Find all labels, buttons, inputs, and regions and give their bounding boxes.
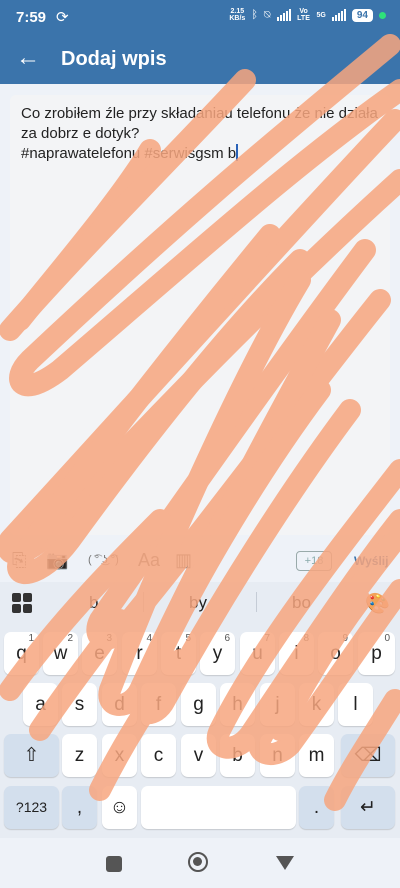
- key-r[interactable]: r4: [122, 632, 157, 675]
- palette-icon[interactable]: 🎨: [365, 591, 390, 616]
- data-speed: 2.15 KB/s: [229, 8, 246, 22]
- app-bar: ← Dodaj wpis: [0, 34, 400, 84]
- poll-icon[interactable]: ▥: [175, 550, 192, 571]
- key-v[interactable]: v: [181, 734, 216, 777]
- key-t[interactable]: t5: [161, 632, 196, 675]
- bluetooth-icon: ᛒ: [251, 9, 258, 21]
- home-icon[interactable]: [188, 852, 208, 872]
- key-a[interactable]: a: [23, 683, 58, 726]
- comma-key[interactable]: ,: [62, 786, 97, 829]
- page-title: Dodaj wpis: [61, 48, 167, 70]
- network-label-volte: Vo LTE: [297, 8, 310, 22]
- shift-key[interactable]: ⇧: [4, 734, 59, 777]
- enter-key[interactable]: ↵: [341, 786, 395, 829]
- key-n[interactable]: n: [260, 734, 295, 777]
- status-bar: 7:59 ⟳ 2.15 KB/s ᛒ ⍉ Vo LTE 5G 94: [0, 0, 400, 34]
- back-button[interactable]: ←: [16, 44, 40, 72]
- suggestion-1[interactable]: b: [89, 593, 98, 613]
- suggestion-2[interactable]: by: [189, 593, 207, 613]
- alarm-off-icon: ⍉: [263, 8, 271, 21]
- recents-icon[interactable]: [106, 856, 122, 872]
- post-text-input[interactable]: Co zrobiłem źle przy składaniau telefonu…: [21, 104, 380, 164]
- key-q[interactable]: q1: [4, 632, 39, 675]
- signal-icon-2: [331, 9, 346, 21]
- backspace-key[interactable]: ⌫: [341, 734, 395, 777]
- key-w[interactable]: w2: [43, 632, 78, 675]
- suggestion-bar: b by bo 🎨: [0, 582, 400, 624]
- key-k[interactable]: k: [299, 683, 334, 726]
- key-g[interactable]: g: [181, 683, 216, 726]
- network-label-5g: 5G: [316, 11, 326, 19]
- sync-icon: ⟳: [56, 9, 69, 26]
- key-j[interactable]: j: [260, 683, 295, 726]
- system-nav-bar: [0, 838, 400, 888]
- camera-icon[interactable]: 📷: [46, 550, 68, 571]
- key-m[interactable]: m: [299, 734, 334, 777]
- key-y[interactable]: y6: [200, 632, 235, 675]
- key-b[interactable]: b: [220, 734, 255, 777]
- privacy-dot-icon: [379, 11, 386, 19]
- key-e[interactable]: e3: [82, 632, 117, 675]
- key-x[interactable]: x: [102, 734, 137, 777]
- key-c[interactable]: c: [141, 734, 176, 777]
- key-d[interactable]: d: [102, 683, 137, 726]
- send-button[interactable]: Wyślij: [354, 554, 388, 568]
- key-h[interactable]: h: [220, 683, 255, 726]
- space-key[interactable]: [141, 786, 296, 829]
- text-format-icon[interactable]: Aa: [138, 550, 160, 571]
- signal-icon: [276, 9, 291, 21]
- suggestion-divider: [143, 592, 144, 612]
- suggestion-3[interactable]: bo: [292, 593, 311, 613]
- key-f[interactable]: f: [141, 683, 176, 726]
- editor-toolbar: ⎘ 📷 ( ͡° ͜ʖ ͡°) Aa ▥ +18 Wyślij: [0, 546, 400, 580]
- emoji-key[interactable]: ☺: [102, 786, 137, 829]
- key-s[interactable]: s: [62, 683, 97, 726]
- key-l[interactable]: l: [338, 683, 373, 726]
- battery-indicator: 94: [351, 8, 373, 22]
- status-time: 7:59: [16, 9, 47, 26]
- key-o[interactable]: o9: [318, 632, 353, 675]
- key-u[interactable]: u7: [240, 632, 275, 675]
- lenny-face-icon[interactable]: ( ͡° ͜ʖ ͡°): [88, 554, 119, 566]
- apps-grid-icon[interactable]: [12, 593, 32, 613]
- keyboard: b by bo 🎨 q1 w2 e3 r4 t5 y6 u7 i8 o9 p0 …: [0, 582, 400, 838]
- back-nav-icon[interactable]: [276, 856, 294, 870]
- character-count-badge: +18: [296, 551, 332, 571]
- text-caret: [236, 144, 238, 161]
- symbols-key[interactable]: ?123: [4, 786, 59, 829]
- key-i[interactable]: i8: [279, 632, 314, 675]
- attachment-icon[interactable]: ⎘: [12, 550, 26, 571]
- post-text: Co zrobiłem źle przy składaniau telefonu…: [21, 105, 378, 162]
- suggestion-divider: [256, 592, 257, 612]
- post-editor[interactable]: Co zrobiłem źle przy składaniau telefonu…: [10, 95, 390, 535]
- key-p[interactable]: p0: [358, 632, 395, 675]
- key-z[interactable]: z: [62, 734, 97, 777]
- period-key[interactable]: .: [299, 786, 334, 829]
